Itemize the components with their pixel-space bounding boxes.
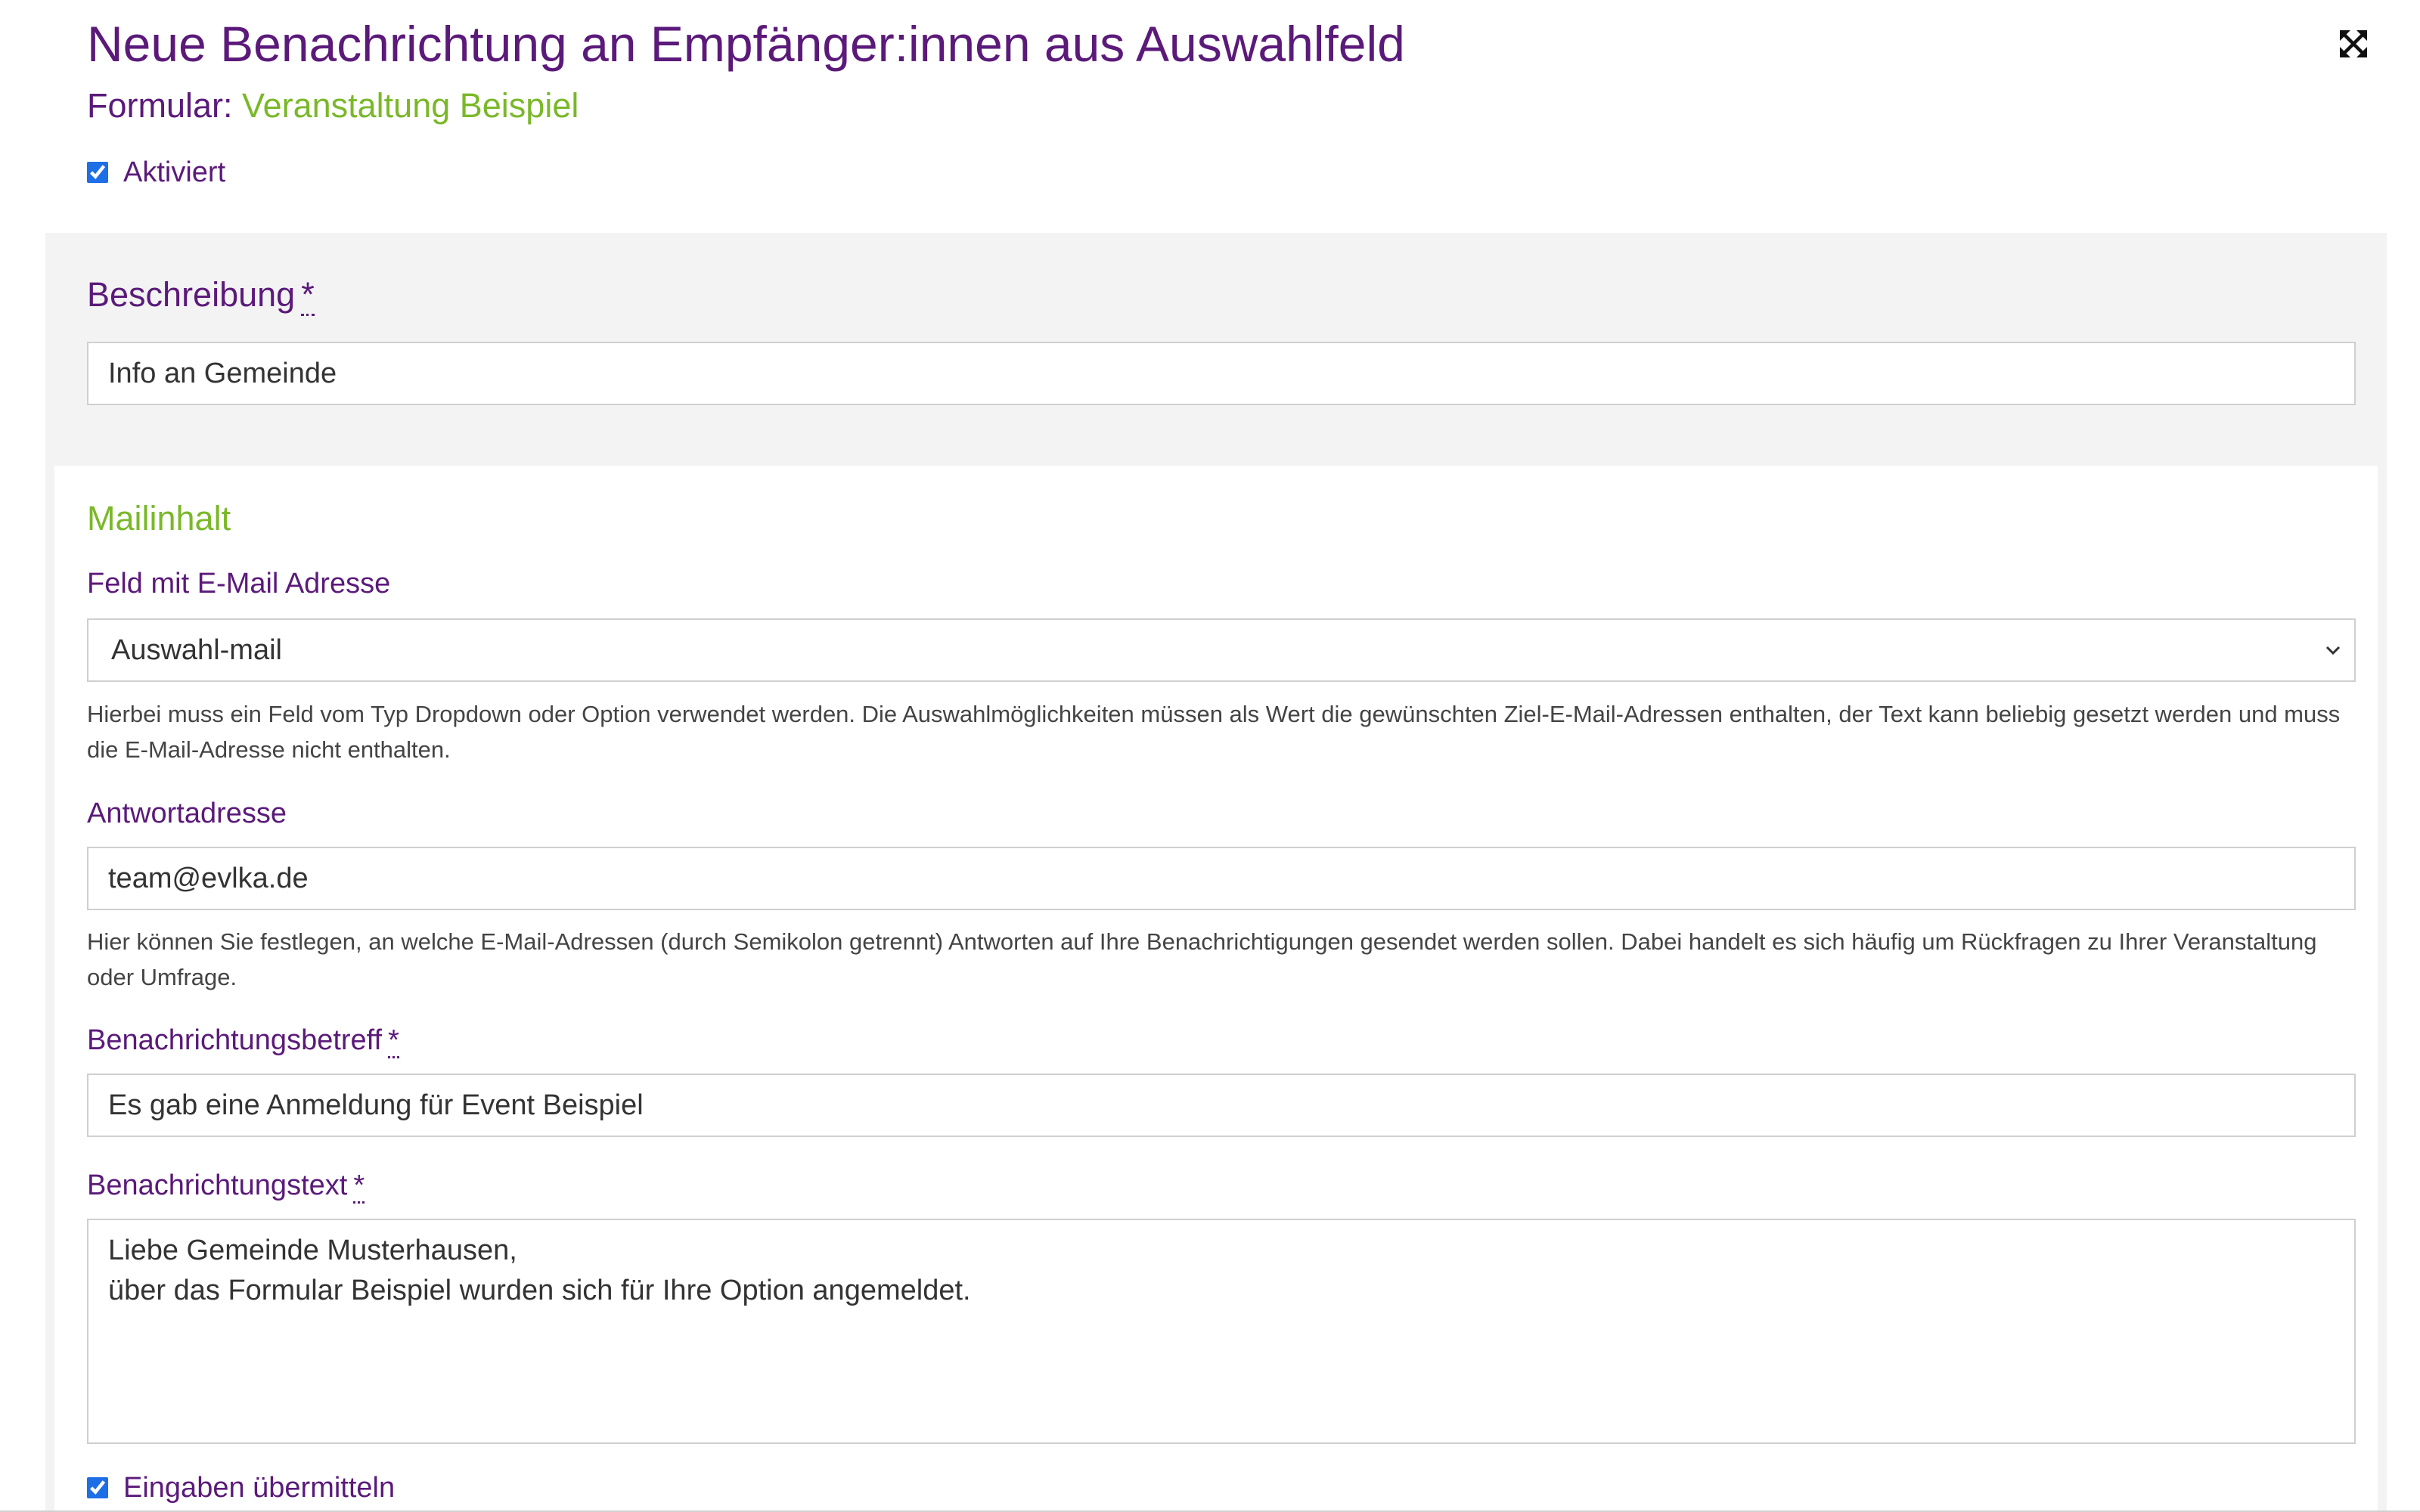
body-textarea[interactable]: Liebe Gemeinde Musterhausen, über das Fo… — [87, 1219, 2356, 1444]
description-label: Beschreibung * — [87, 272, 315, 318]
email-field-select[interactable]: Auswahl-mail — [87, 618, 2356, 682]
body-label-text: Benachrichtungstext — [87, 1170, 348, 1201]
required-mark: * — [388, 1024, 399, 1058]
description-input[interactable] — [87, 342, 2356, 405]
activated-toggle[interactable]: Aktiviert — [87, 151, 225, 194]
expand-arrows-icon[interactable] — [2338, 29, 2369, 59]
subject-label-text: Benachrichtungsbetreff — [87, 1024, 383, 1056]
form-subtitle: Formular: Veranstaltung Beispiel — [87, 82, 579, 130]
email-field-label: Feld mit E-Mail Adresse — [87, 568, 391, 600]
submit-inputs-checkbox[interactable] — [87, 1477, 108, 1498]
reply-address-label: Antwortadresse — [87, 798, 287, 829]
activated-checkbox[interactable] — [87, 162, 108, 183]
description-label-text: Beschreibung — [87, 275, 296, 314]
subject-label: Benachrichtungsbetreff * — [87, 1021, 399, 1060]
email-field-select-wrapper[interactable]: Auswahl-mail — [87, 618, 2356, 682]
email-field-help: Hierbei muss ein Feld vom Typ Dropdown o… — [87, 701, 2341, 763]
submit-inputs-toggle[interactable]: Eingaben übermitteln — [87, 1467, 395, 1509]
required-mark: * — [301, 275, 315, 316]
mail-content-heading: Mailinhalt — [87, 499, 231, 538]
notification-modal: Neue Benachrichtung an Empfänger:innen a… — [0, 0, 2420, 1512]
reply-address-input[interactable] — [87, 847, 2356, 910]
subtitle-prefix: Formular: — [87, 86, 233, 125]
modal-title: Neue Benachrichtung an Empfänger:innen a… — [87, 16, 1405, 72]
required-mark: * — [353, 1170, 365, 1204]
submit-inputs-label: Eingaben übermitteln — [123, 1471, 396, 1504]
form-name: Veranstaltung Beispiel — [242, 86, 579, 125]
body-label: Benachrichtungstext * — [87, 1166, 365, 1205]
reply-address-help: Hier können Sie festlegen, an welche E-M… — [87, 928, 2317, 990]
activated-label: Aktiviert — [123, 156, 226, 188]
subject-input[interactable] — [87, 1074, 2356, 1137]
